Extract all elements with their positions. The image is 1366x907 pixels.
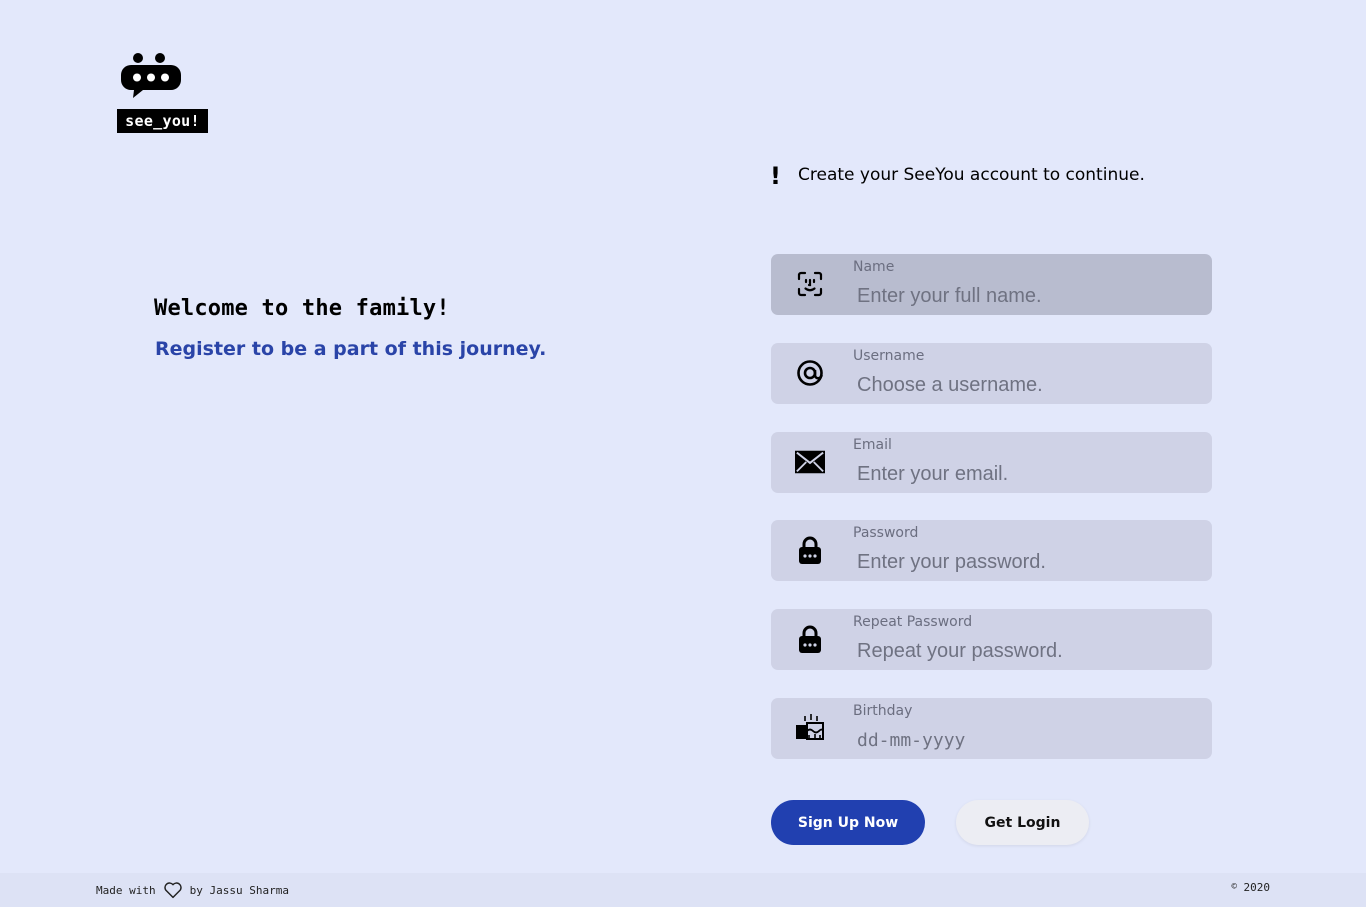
copyright-year: 2020 xyxy=(1243,881,1271,894)
footer: Made with by Jassu Sharma © 2020 xyxy=(0,873,1366,907)
author-text: by Jassu Sharma xyxy=(189,883,289,897)
repeat-password-input[interactable] xyxy=(853,637,1193,665)
name-field[interactable]: Name xyxy=(771,254,1212,315)
birthday-field[interactable]: Birthday xyxy=(771,698,1212,759)
name-input[interactable] xyxy=(853,282,1193,310)
email-input[interactable] xyxy=(853,460,1193,488)
username-label: Username xyxy=(853,348,925,364)
brand-name: see_you! xyxy=(117,109,208,133)
birthday-cake-icon xyxy=(795,713,825,743)
email-field[interactable]: Email xyxy=(771,432,1212,493)
footer-copyright: © 2020 xyxy=(1231,881,1270,894)
username-field[interactable]: Username xyxy=(771,343,1212,404)
envelope-icon xyxy=(795,447,825,477)
at-sign-icon xyxy=(795,358,825,388)
welcome-subtitle: Register to be a part of this journey. xyxy=(155,338,547,360)
repeat-password-field[interactable]: Repeat Password xyxy=(771,609,1212,670)
lock-icon xyxy=(795,535,825,565)
username-input[interactable] xyxy=(853,371,1193,399)
birthday-label: Birthday xyxy=(853,703,913,719)
password-field[interactable]: Password xyxy=(771,520,1212,581)
face-scan-icon xyxy=(795,269,825,299)
get-login-button[interactable]: Get Login xyxy=(956,800,1089,845)
birthday-input[interactable] xyxy=(853,726,1193,754)
heart-icon xyxy=(163,882,182,899)
password-input[interactable] xyxy=(853,548,1193,576)
copyright-icon: © xyxy=(1231,882,1237,892)
repeat-password-label: Repeat Password xyxy=(853,614,973,630)
notice-text: Create your SeeYou account to continue. xyxy=(798,165,1145,185)
sign-up-button[interactable]: Sign Up Now xyxy=(771,800,925,845)
footer-credits: Made with by Jassu Sharma xyxy=(96,880,289,900)
welcome-heading: Welcome to the family! xyxy=(154,296,450,321)
name-label: Name xyxy=(853,259,895,275)
made-with-text: Made with xyxy=(96,883,156,897)
password-label: Password xyxy=(853,525,919,541)
exclamation-icon: ! xyxy=(770,162,781,190)
email-label: Email xyxy=(853,437,892,453)
lock-icon xyxy=(795,624,825,654)
chat-bubble-dots-icon xyxy=(121,53,181,98)
